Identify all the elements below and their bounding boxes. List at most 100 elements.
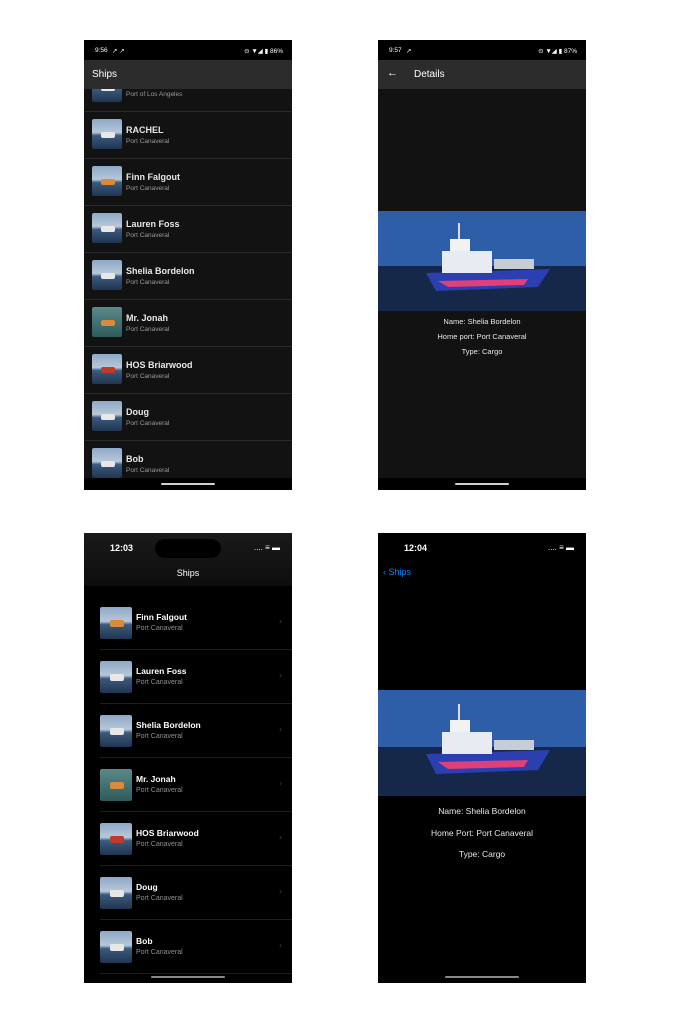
chevron-left-icon: ‹ bbox=[383, 567, 386, 577]
list-item[interactable]: Shelia Bordelon Port Canaveral bbox=[84, 253, 292, 300]
ship-name: Finn Falgout bbox=[136, 612, 187, 622]
ship-thumbnail bbox=[100, 715, 132, 747]
ship-port: Port Canaveral bbox=[136, 841, 183, 848]
list-item[interactable]: Shelia Bordelon Port Canaveral › bbox=[84, 704, 292, 758]
ship-name: Lauren Foss bbox=[136, 666, 187, 676]
ship-port: Port Canaveral bbox=[136, 949, 183, 956]
status-time: 12:04 bbox=[404, 543, 428, 553]
chevron-right-icon: › bbox=[279, 670, 282, 680]
ship-name: HOS Briarwood bbox=[136, 828, 199, 838]
list-item[interactable]: Port of Los Angeles bbox=[84, 89, 292, 112]
ship-name: Doug bbox=[136, 882, 158, 892]
ship-type-label: Type: Cargo bbox=[461, 347, 503, 356]
list-item[interactable]: Mr. Jonah Port Canaveral › bbox=[84, 758, 292, 812]
arrow-left-icon[interactable]: ← bbox=[387, 67, 398, 79]
ship-port: Port Canaveral bbox=[136, 733, 183, 740]
ios-details-screen: 12:04 .... ≡ ▬ ‹ Ships Name: Shelia Bord… bbox=[378, 533, 586, 983]
ship-port: Port of Los Angeles bbox=[126, 91, 183, 98]
chevron-right-icon: › bbox=[279, 616, 282, 626]
ship-port: Port Canaveral bbox=[126, 467, 170, 474]
ship-thumbnail bbox=[92, 401, 122, 431]
ship-thumbnail bbox=[100, 661, 132, 693]
app-bar: ← Details bbox=[378, 60, 586, 89]
ship-thumbnail bbox=[92, 448, 122, 478]
navigation-bar bbox=[378, 478, 586, 490]
notification-icons: ↗ bbox=[406, 48, 412, 55]
status-bar: 9:56 ↗ ↗ ⊝ ▼◢ ▮ 86% bbox=[84, 40, 292, 60]
navigation-bar bbox=[84, 478, 292, 490]
page-title: Ships bbox=[176, 568, 200, 578]
list-item[interactable]: Lauren Foss Port Canaveral bbox=[84, 206, 292, 253]
ship-port: Port Canaveral bbox=[136, 787, 183, 794]
ship-thumbnail bbox=[100, 607, 132, 639]
chevron-right-icon: › bbox=[279, 724, 282, 734]
home-indicator[interactable] bbox=[445, 976, 519, 978]
ship-name: Shelia Bordelon bbox=[136, 720, 201, 730]
status-indicators: ⊝ ▼◢ ▮ 87% bbox=[538, 48, 577, 55]
list-item[interactable]: Finn Falgout Port Canaveral bbox=[84, 159, 292, 206]
list-item[interactable]: Bob Port Canaveral › bbox=[84, 920, 292, 974]
ship-name: Finn Falgout bbox=[126, 172, 180, 182]
home-indicator[interactable] bbox=[151, 976, 225, 978]
ship-name: Doug bbox=[126, 407, 149, 417]
list-item[interactable]: Lauren Foss Port Canaveral › bbox=[84, 650, 292, 704]
app-bar: Ships bbox=[84, 60, 292, 89]
list-item[interactable]: HOS Briarwood Port Canaveral bbox=[84, 347, 292, 394]
ship-port: Port Canaveral bbox=[126, 232, 170, 239]
ship-thumbnail bbox=[92, 89, 122, 102]
ship-name: RACHEL bbox=[126, 125, 164, 135]
ship-port: Port Canaveral bbox=[136, 895, 183, 902]
ship-photo bbox=[378, 690, 586, 796]
chevron-right-icon: › bbox=[279, 832, 282, 842]
ship-thumbnail bbox=[92, 119, 122, 149]
ship-photo bbox=[378, 211, 586, 311]
back-button[interactable]: ‹ Ships bbox=[383, 567, 411, 577]
ship-port: Port Canaveral bbox=[126, 138, 170, 145]
list-item[interactable]: Doug Port Canaveral › bbox=[84, 866, 292, 920]
list-item[interactable]: RACHEL Port Canaveral bbox=[84, 112, 292, 159]
navigation-header: 12:03 .... ≡ ▬ Ships bbox=[84, 533, 292, 586]
ships-list[interactable]: Port of Los Angeles RACHEL Port Canavera… bbox=[84, 89, 292, 478]
ship-thumbnail bbox=[92, 213, 122, 243]
chevron-right-icon: › bbox=[279, 886, 282, 896]
ship-thumbnail bbox=[100, 823, 132, 855]
ship-port: Port Canaveral bbox=[126, 420, 170, 427]
back-label: Ships bbox=[388, 567, 412, 577]
status-indicators: .... ≡ ▬ bbox=[547, 543, 574, 552]
list-item[interactable]: Mr. Jonah Port Canaveral bbox=[84, 300, 292, 347]
ship-name: Lauren Foss bbox=[126, 219, 180, 229]
chevron-right-icon: › bbox=[279, 940, 282, 950]
ship-thumbnail bbox=[92, 354, 122, 384]
list-item[interactable]: Doug Port Canaveral bbox=[84, 394, 292, 441]
ship-name: Bob bbox=[126, 454, 144, 464]
status-indicators: .... ≡ ▬ bbox=[253, 543, 280, 552]
row-divider bbox=[100, 973, 292, 974]
chevron-right-icon: › bbox=[279, 778, 282, 788]
android-ships-list-screen: 9:56 ↗ ↗ ⊝ ▼◢ ▮ 86% Ships Port of Los An… bbox=[84, 40, 292, 490]
ship-name: Mr. Jonah bbox=[136, 774, 176, 784]
ship-name-label: Name: Shelia Bordelon bbox=[438, 806, 526, 816]
status-time: 12:03 bbox=[110, 543, 134, 553]
home-gesture-handle[interactable] bbox=[455, 483, 509, 485]
ship-port: Port Canaveral bbox=[126, 185, 170, 192]
status-indicators: ⊝ ▼◢ ▮ 86% bbox=[244, 48, 283, 55]
home-port-label: Home Port: Port Canaveral bbox=[430, 828, 534, 838]
status-time: 9:56 bbox=[95, 47, 108, 54]
ship-type-label: Type: Cargo bbox=[458, 849, 506, 859]
list-item[interactable]: Finn Falgout Port Canaveral › bbox=[84, 596, 292, 650]
ships-list[interactable]: Finn Falgout Port Canaveral › Lauren Fos… bbox=[84, 586, 292, 976]
ship-thumbnail bbox=[100, 931, 132, 963]
ship-name: Mr. Jonah bbox=[126, 313, 169, 323]
ship-thumbnail bbox=[92, 260, 122, 290]
notification-icons: ↗ ↗ bbox=[112, 48, 125, 55]
home-port-label: Home port: Port Canaveral bbox=[437, 332, 527, 341]
list-item[interactable]: HOS Briarwood Port Canaveral › bbox=[84, 812, 292, 866]
ios-ships-list-screen: 12:03 .... ≡ ▬ Ships Finn Falgout Port C… bbox=[84, 533, 292, 983]
ship-name: Shelia Bordelon bbox=[126, 266, 195, 276]
list-item[interactable]: Bob Port Canaveral bbox=[84, 441, 292, 478]
ship-port: Port Canaveral bbox=[126, 373, 170, 380]
ship-name-label: Name: Shelia Bordelon bbox=[443, 317, 521, 326]
home-gesture-handle[interactable] bbox=[161, 483, 215, 485]
page-title: Ships bbox=[92, 69, 118, 80]
dynamic-island bbox=[155, 539, 221, 558]
